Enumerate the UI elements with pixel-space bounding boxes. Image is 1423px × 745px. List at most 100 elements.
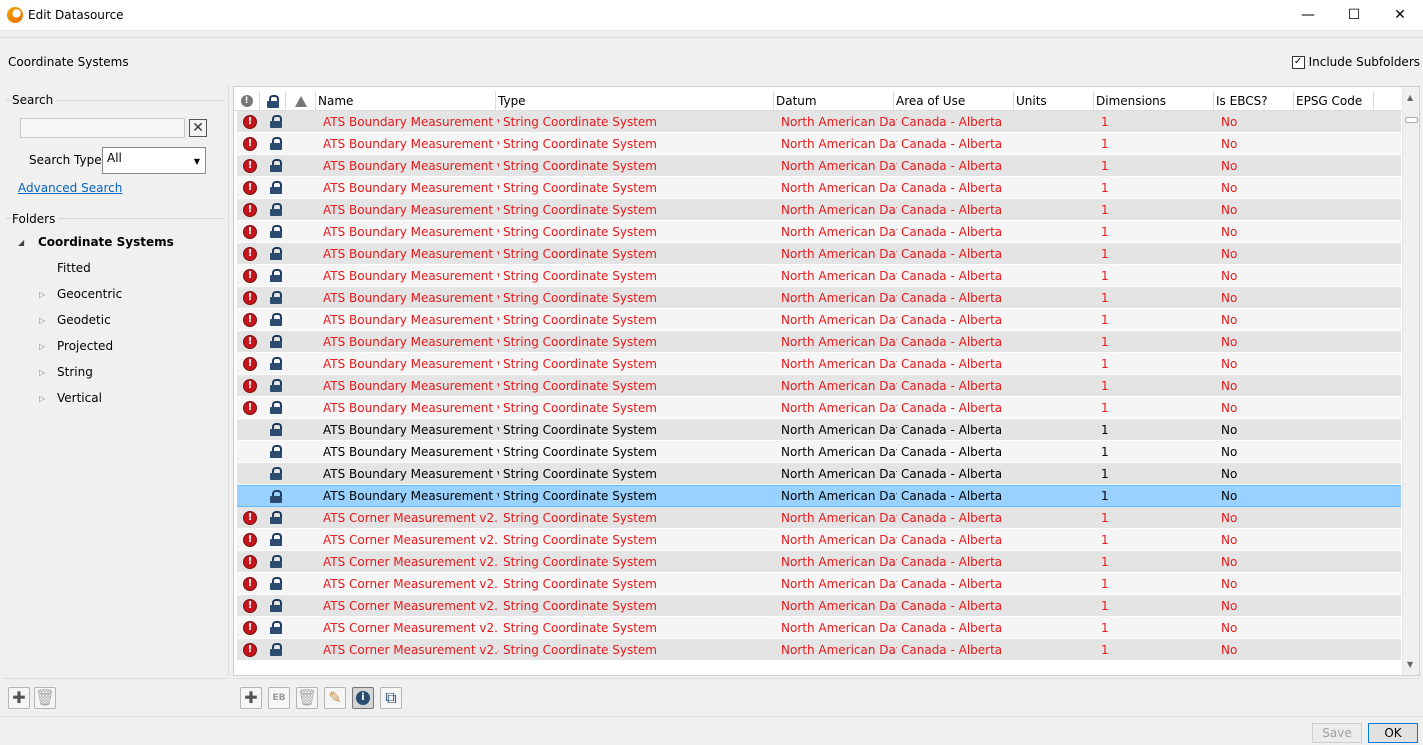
add-coordinate-system-button[interactable]: ✚ — [240, 686, 262, 709]
search-type-select[interactable]: All ▼ — [102, 147, 206, 174]
cell-warning — [289, 551, 319, 573]
cell-area-of-use: Canada - Alberta — [901, 510, 1003, 525]
cell-lock — [263, 507, 289, 529]
table-row[interactable]: ! ATS Corner Measurement v2.2 (I String Co… — [237, 551, 1401, 573]
expanded-arrow-icon[interactable]: ◢ — [18, 238, 30, 247]
table-row[interactable]: ! ATS Corner Measurement v2.1 (I String Co… — [237, 529, 1401, 551]
vertical-scrollbar[interactable]: ▲ ▼ — [1402, 87, 1419, 675]
search-input[interactable] — [20, 118, 185, 138]
table-row[interactable]: ! ATS Boundary Measurement v2. String Coor… — [237, 177, 1401, 199]
cell-epsg-code — [1297, 111, 1377, 133]
cell-warning — [289, 463, 319, 485]
header-dimensions[interactable]: Dimensions — [1094, 91, 1214, 111]
cell-datum: North American Datu — [781, 312, 897, 327]
include-subfolders[interactable]: ✓ Include Subfolders — [1291, 55, 1420, 69]
cell-epsg-code — [1297, 617, 1377, 639]
copy-button[interactable]: ⧉ — [380, 686, 402, 709]
cell-units — [1017, 111, 1097, 133]
tree-item-vertical[interactable]: ▷ Vertical — [39, 389, 102, 407]
window-controls: — ☐ ✕ — [1285, 0, 1423, 30]
cell-type: String Coordinate System — [503, 268, 657, 283]
cell-dimensions: 1 — [1101, 356, 1109, 371]
cell-datum: North American Datu — [781, 510, 897, 525]
table-row[interactable]: ! ATS Corner Measurement v2.3 (I String Co… — [237, 617, 1401, 639]
table-row[interactable]: ! ATS Boundary Measurement v2. String Coor… — [237, 155, 1401, 177]
header-units[interactable]: Units — [1014, 91, 1094, 111]
add-folder-button[interactable]: ✚ — [8, 686, 30, 709]
table-row[interactable]: ! ATS Corner Measurement v2.4 (I String Co… — [237, 639, 1401, 661]
scroll-up-icon[interactable]: ▲ — [1407, 93, 1413, 102]
tree-item-geocentric[interactable]: ▷ Geocentric — [39, 285, 122, 303]
info-button[interactable]: i — [352, 686, 374, 709]
table-row[interactable]: ! ATS Boundary Measurement v2. String Coor… — [237, 199, 1401, 221]
cell-epsg-code — [1297, 309, 1377, 331]
table-row[interactable]: ! ATS Boundary Measurement v2. String Coor… — [237, 287, 1401, 309]
ok-button[interactable]: OK — [1368, 723, 1418, 743]
header-area-of-use[interactable]: Area of Use — [894, 91, 1014, 111]
title-separator — [0, 30, 1423, 38]
header-warning-column[interactable] — [286, 91, 316, 111]
table-row[interactable]: ATS Boundary Measurement v3. String Coord… — [237, 441, 1401, 463]
table-row[interactable]: ! ATS Boundary Measurement v2. String Coor… — [237, 221, 1401, 243]
table-row[interactable]: ! ATS Boundary Measurement v2. String Coor… — [237, 111, 1401, 133]
tree-item-geodetic[interactable]: ▷ Geodetic — [39, 311, 111, 329]
collapsed-arrow-icon[interactable]: ▷ — [39, 290, 51, 299]
cell-units — [1017, 573, 1097, 595]
table-row[interactable]: ! ATS Boundary Measurement v2. String Coor… — [237, 265, 1401, 287]
table-row[interactable]: ! ATS Boundary Measurement v2. String Coor… — [237, 243, 1401, 265]
header-datum[interactable]: Datum — [774, 91, 894, 111]
table-row[interactable]: ! ATS Boundary Measurement v3. String Coor… — [237, 375, 1401, 397]
tree-item-fitted[interactable]: Fitted — [57, 259, 91, 277]
delete-icon: 🗑 — [296, 688, 318, 707]
save-button[interactable]: Save — [1312, 723, 1362, 743]
header-is-ebcs[interactable]: Is EBCS? — [1214, 91, 1294, 111]
lock-icon — [270, 577, 282, 590]
edit-button[interactable]: ✎ — [324, 686, 346, 709]
cell-type: String Coordinate System — [503, 554, 657, 569]
tree-item-label: Coordinate Systems — [38, 235, 174, 249]
clear-search-button[interactable]: ✕ — [189, 119, 207, 137]
grid-toolbar: ✚ EB 🗑 ✎ i ⧉ — [233, 678, 1420, 716]
tree-item-projected[interactable]: ▷ Projected — [39, 337, 113, 355]
minimize-button[interactable]: — — [1285, 0, 1331, 30]
scroll-down-icon[interactable]: ▼ — [1407, 660, 1413, 669]
cell-warning — [289, 375, 319, 397]
table-row[interactable]: ! ATS Boundary Measurement v3. String Coor… — [237, 397, 1401, 419]
close-button[interactable]: ✕ — [1377, 0, 1423, 30]
delete-coordinate-system-button[interactable]: 🗑 — [296, 686, 318, 709]
tree-item-coordinate-systems[interactable]: ◢ Coordinate Systems — [18, 233, 174, 251]
table-row[interactable]: ! ATS Corner Measurement v2.1 (I String Co… — [237, 507, 1401, 529]
table-row[interactable]: ! ATS Boundary Measurement v2. String Coor… — [237, 309, 1401, 331]
tree-item-string[interactable]: ▷ String — [39, 363, 93, 381]
ebcs-button[interactable]: EB — [268, 686, 290, 709]
table-row[interactable]: ! ATS Corner Measurement v2.2 (I String Co… — [237, 573, 1401, 595]
table-row[interactable]: ! ATS Boundary Measurement v3. String Coor… — [237, 353, 1401, 375]
table-row[interactable]: ! ATS Boundary Measurement v3. String Coor… — [237, 331, 1401, 353]
header-name[interactable]: Name — [316, 91, 496, 111]
advanced-search-link[interactable]: Advanced Search — [18, 181, 122, 195]
cell-datum: North American Datu — [781, 400, 897, 415]
header-lock-column[interactable] — [260, 91, 286, 111]
table-row[interactable]: ! ATS Boundary Measurement v2. String Coor… — [237, 133, 1401, 155]
header-type[interactable]: Type — [496, 91, 774, 111]
collapsed-arrow-icon[interactable]: ▷ — [39, 316, 51, 325]
cell-is-ebcs: No — [1221, 576, 1238, 591]
table-row[interactable]: ATS Boundary Measurement v4. String Coord… — [237, 485, 1401, 507]
table-row[interactable]: ! ATS Corner Measurement v2.3 (I String Co… — [237, 595, 1401, 617]
cell-area-of-use: Canada - Alberta — [901, 224, 1003, 239]
cell-error: ! — [237, 573, 263, 595]
collapsed-arrow-icon[interactable]: ▷ — [39, 368, 51, 377]
header-error-column[interactable]: ! — [234, 91, 260, 111]
scroll-thumb[interactable] — [1405, 117, 1418, 123]
collapsed-arrow-icon[interactable]: ▷ — [39, 342, 51, 351]
collapsed-arrow-icon[interactable]: ▷ — [39, 394, 51, 403]
cell-datum: North American Datu — [781, 489, 897, 503]
chevron-down-icon: ▼ — [193, 157, 200, 166]
maximize-button[interactable]: ☐ — [1331, 0, 1377, 30]
delete-folder-button[interactable]: 🗑 — [34, 686, 56, 709]
cell-units — [1017, 595, 1097, 617]
header-epsg-code[interactable]: EPSG Code — [1294, 91, 1374, 111]
table-row[interactable]: ATS Boundary Measurement v3. String Coord… — [237, 419, 1401, 441]
include-subfolders-checkbox[interactable]: ✓ — [1291, 55, 1305, 69]
table-row[interactable]: ATS Boundary Measurement v4. String Coord… — [237, 463, 1401, 485]
